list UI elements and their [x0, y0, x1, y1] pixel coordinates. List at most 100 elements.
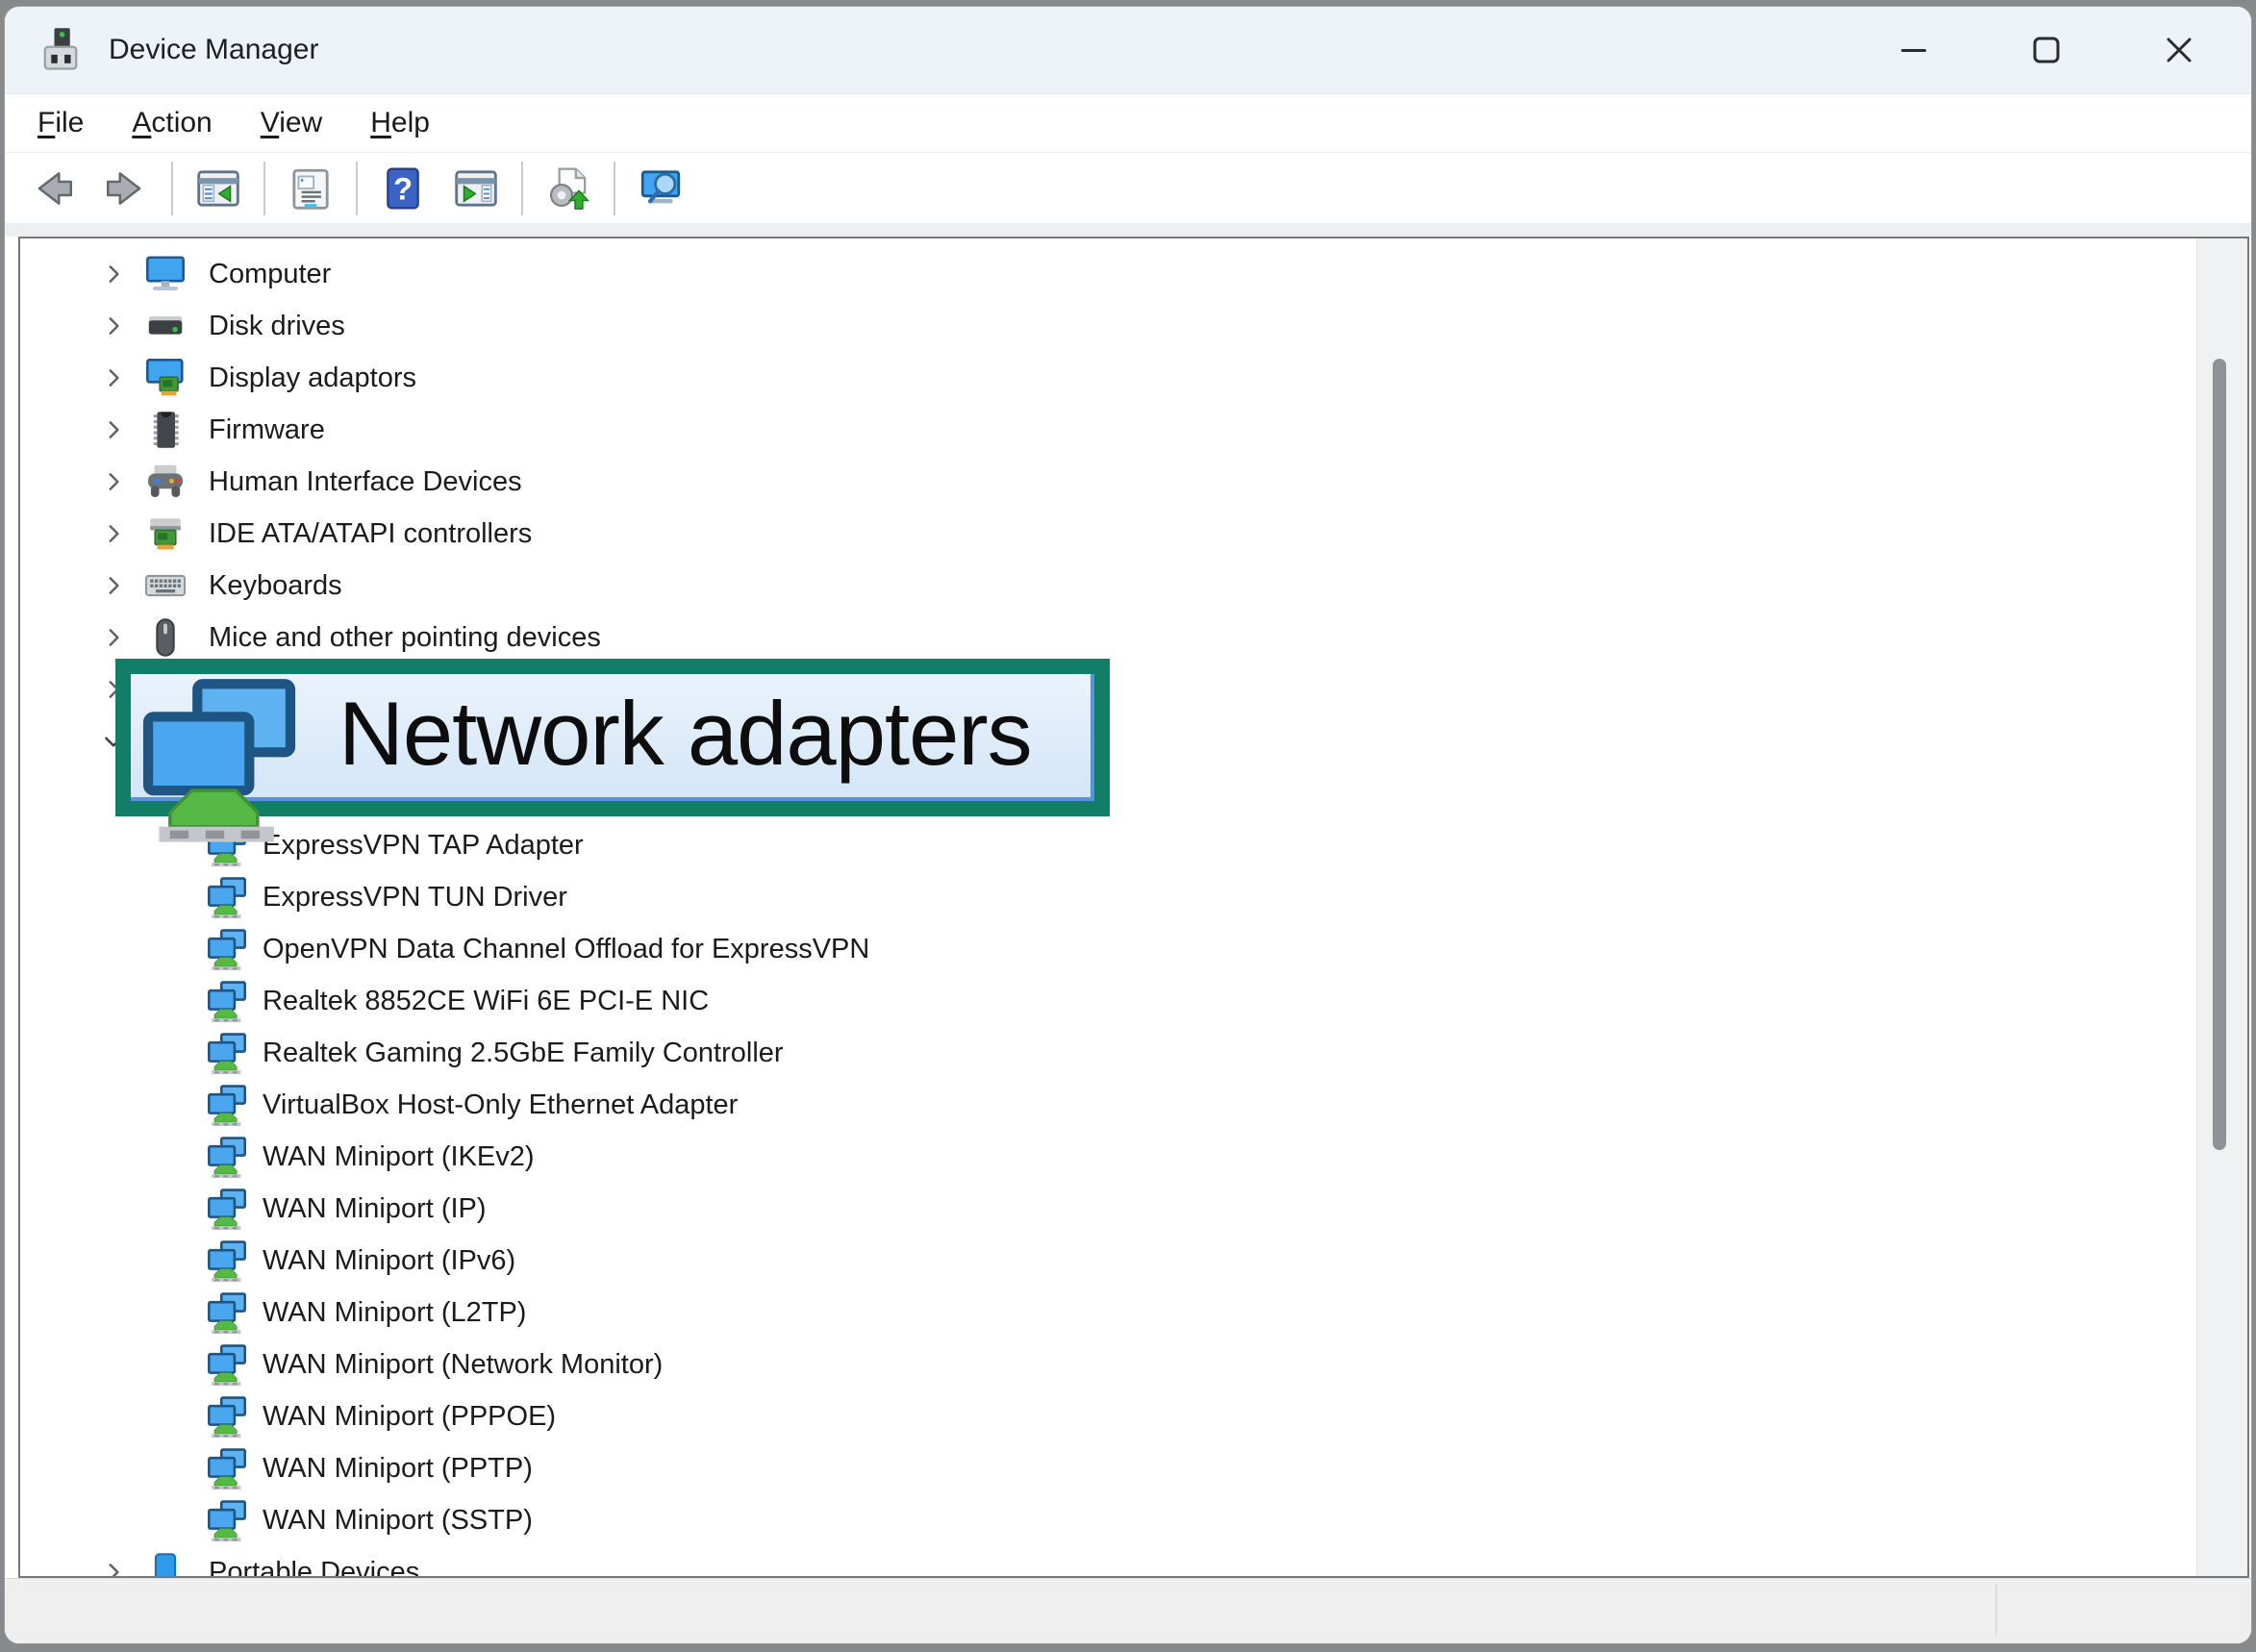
search-computer-button[interactable]	[624, 157, 697, 220]
tree-row-label: WAN Miniport (L2TP)	[263, 1287, 526, 1339]
tree-row-realtek-wifi[interactable]: Realtek 8852CE WiFi 6E PCI-E NIC	[20, 975, 2197, 1027]
window-title: Device Manager	[109, 34, 318, 66]
chevron-right-icon[interactable]	[101, 262, 126, 287]
tree-row-label: Display adaptors	[209, 352, 416, 404]
tree-row-wan-sstp[interactable]: WAN Miniport (SSTP)	[20, 1494, 2197, 1546]
tree-row-label: Firmware	[209, 404, 325, 456]
vertical-scrollbar[interactable]	[2196, 238, 2247, 1576]
tree-row-mice[interactable]: Mice and other pointing devices	[20, 612, 2197, 663]
tree-row-portable-devices[interactable]: Portable Devices	[20, 1546, 2197, 1578]
search-computer-icon	[637, 164, 685, 213]
tree-row-wan-netmon[interactable]: WAN Miniport (Network Monitor)	[20, 1339, 2197, 1390]
tree-row-ide-ata-atapi[interactable]: IDE ATA/ATAPI controllers	[20, 508, 2197, 560]
tree-row-wan-pppoe[interactable]: WAN Miniport (PPPOE)	[20, 1390, 2197, 1442]
network-device-icon	[205, 1135, 249, 1179]
console-tree-icon	[194, 164, 242, 213]
forward-icon	[102, 164, 150, 213]
tree-row-wan-ipv6[interactable]: WAN Miniport (IPv6)	[20, 1235, 2197, 1287]
tree-row-virtualbox-host[interactable]: VirtualBox Host-Only Ethernet Adapter	[20, 1079, 2197, 1131]
chevron-right-icon[interactable]	[101, 1560, 126, 1578]
tree-row-firmware[interactable]: Firmware	[20, 404, 2197, 456]
network-device-icon	[205, 1394, 249, 1439]
tree-row-label: Human Interface Devices	[209, 456, 522, 508]
menu-action[interactable]: Action	[132, 107, 212, 139]
network-adapters-label: Network adapters	[338, 670, 1032, 797]
tree-row-label: WAN Miniport (IP)	[263, 1183, 487, 1235]
desktop: { "window": { "title": "Device Manager",…	[0, 0, 2256, 1652]
tree-row-label: WAN Miniport (Network Monitor)	[263, 1339, 663, 1390]
tree-row-realtek-gaming[interactable]: Realtek Gaming 2.5GbE Family Controller	[20, 1027, 2197, 1079]
window-controls	[1847, 7, 2245, 93]
action-pane-button[interactable]	[439, 157, 513, 220]
menu-view[interactable]: View	[261, 107, 322, 139]
keyboard-device-icon	[143, 563, 188, 608]
tree-row-openvpn-offload[interactable]: OpenVPN Data Channel Offload for Express…	[20, 923, 2197, 975]
help-icon: ?	[379, 164, 427, 213]
device-tree-panel: Computer Disk drives Display adaptors Fi…	[18, 237, 2249, 1578]
chevron-right-icon[interactable]	[101, 625, 126, 650]
tree-row-disk-drives[interactable]: Disk drives	[20, 300, 2197, 352]
network-device-icon	[205, 875, 249, 919]
ide-device-icon	[143, 512, 188, 556]
network-device-icon	[205, 1187, 249, 1231]
chevron-right-icon[interactable]	[101, 365, 126, 390]
tree-row-label: VirtualBox Host-Only Ethernet Adapter	[263, 1079, 738, 1131]
chevron-right-icon[interactable]	[101, 313, 126, 338]
firmware-device-icon	[143, 408, 188, 452]
tree-row-expressvpn-tap[interactable]: ExpressVPN TAP Adapter	[20, 819, 2197, 871]
tree-row-label: IDE ATA/ATAPI controllers	[209, 508, 532, 560]
tree-row-label: Portable Devices	[209, 1546, 419, 1578]
toolbar-separator	[614, 162, 615, 215]
console-tree-button[interactable]	[182, 157, 255, 220]
tree-row-keyboards[interactable]: Keyboards	[20, 560, 2197, 612]
action-pane-icon	[452, 164, 500, 213]
chevron-right-icon[interactable]	[101, 417, 126, 442]
tree-row-wan-l2tp[interactable]: WAN Miniport (L2TP)	[20, 1287, 2197, 1339]
menu-help[interactable]: Help	[370, 107, 430, 139]
toolbar-separator	[171, 162, 173, 215]
properties-button[interactable]	[274, 157, 347, 220]
help-button[interactable]: ?	[366, 157, 439, 220]
chevron-right-icon[interactable]	[101, 521, 126, 546]
menu-file[interactable]: File	[38, 107, 84, 139]
network-device-icon	[205, 1342, 249, 1387]
device-manager-window: Device Manager File Action View Help ? Comp…	[4, 6, 2252, 1644]
tree-row-wan-ip[interactable]: WAN Miniport (IP)	[20, 1183, 2197, 1235]
tree-row-label: ExpressVPN TUN Driver	[263, 871, 567, 923]
tree-row-expressvpn-tun[interactable]: ExpressVPN TUN Driver	[20, 871, 2197, 923]
mouse-device-icon	[143, 615, 188, 660]
back-button[interactable]	[16, 157, 89, 220]
close-button[interactable]	[2113, 7, 2245, 93]
tree-row-human-interface[interactable]: Human Interface Devices	[20, 456, 2197, 508]
titlebar[interactable]: Device Manager	[5, 7, 2251, 94]
tree-row-label: WAN Miniport (IKEv2)	[263, 1131, 535, 1183]
network-device-icon	[205, 1446, 249, 1490]
tree-row-computer[interactable]: Computer	[20, 248, 2197, 300]
tree-row-label: Computer	[209, 248, 331, 300]
tree-row-wan-pptp[interactable]: WAN Miniport (PPTP)	[20, 1442, 2197, 1494]
maximize-button[interactable]	[1980, 7, 2113, 93]
forward-button[interactable]	[89, 157, 163, 220]
tree-row-label: Keyboards	[209, 560, 342, 612]
tree-row-wan-ikev2[interactable]: WAN Miniport (IKEv2)	[20, 1131, 2197, 1183]
computer-device-icon	[143, 252, 188, 296]
chevron-right-icon[interactable]	[101, 573, 126, 598]
tree-row-label: Realtek 8852CE WiFi 6E PCI-E NIC	[263, 975, 709, 1027]
disk-device-icon	[143, 304, 188, 348]
statusbar	[5, 1578, 2251, 1643]
tree-row-label: Mice and other pointing devices	[209, 612, 601, 663]
tree-row-label: Disk drives	[209, 300, 345, 352]
tree-row-label: WAN Miniport (SSTP)	[263, 1494, 533, 1546]
scan-hardware-button[interactable]	[532, 157, 605, 220]
scrollbar-thumb[interactable]	[2213, 359, 2226, 1150]
network-device-icon	[205, 1290, 249, 1335]
chevron-right-icon[interactable]	[101, 469, 126, 494]
tree-row-label: WAN Miniport (IPv6)	[263, 1235, 515, 1287]
minimize-button[interactable]	[1847, 7, 1980, 93]
tree-row-label: OpenVPN Data Channel Offload for Express…	[263, 923, 869, 975]
tree-row-display-adaptors[interactable]: Display adaptors	[20, 352, 2197, 404]
device-tree: Computer Disk drives Display adaptors Fi…	[20, 238, 2197, 1576]
toolbar-separator	[356, 162, 358, 215]
menubar: File Action View Help	[5, 94, 2251, 152]
network-device-icon	[205, 1239, 249, 1283]
